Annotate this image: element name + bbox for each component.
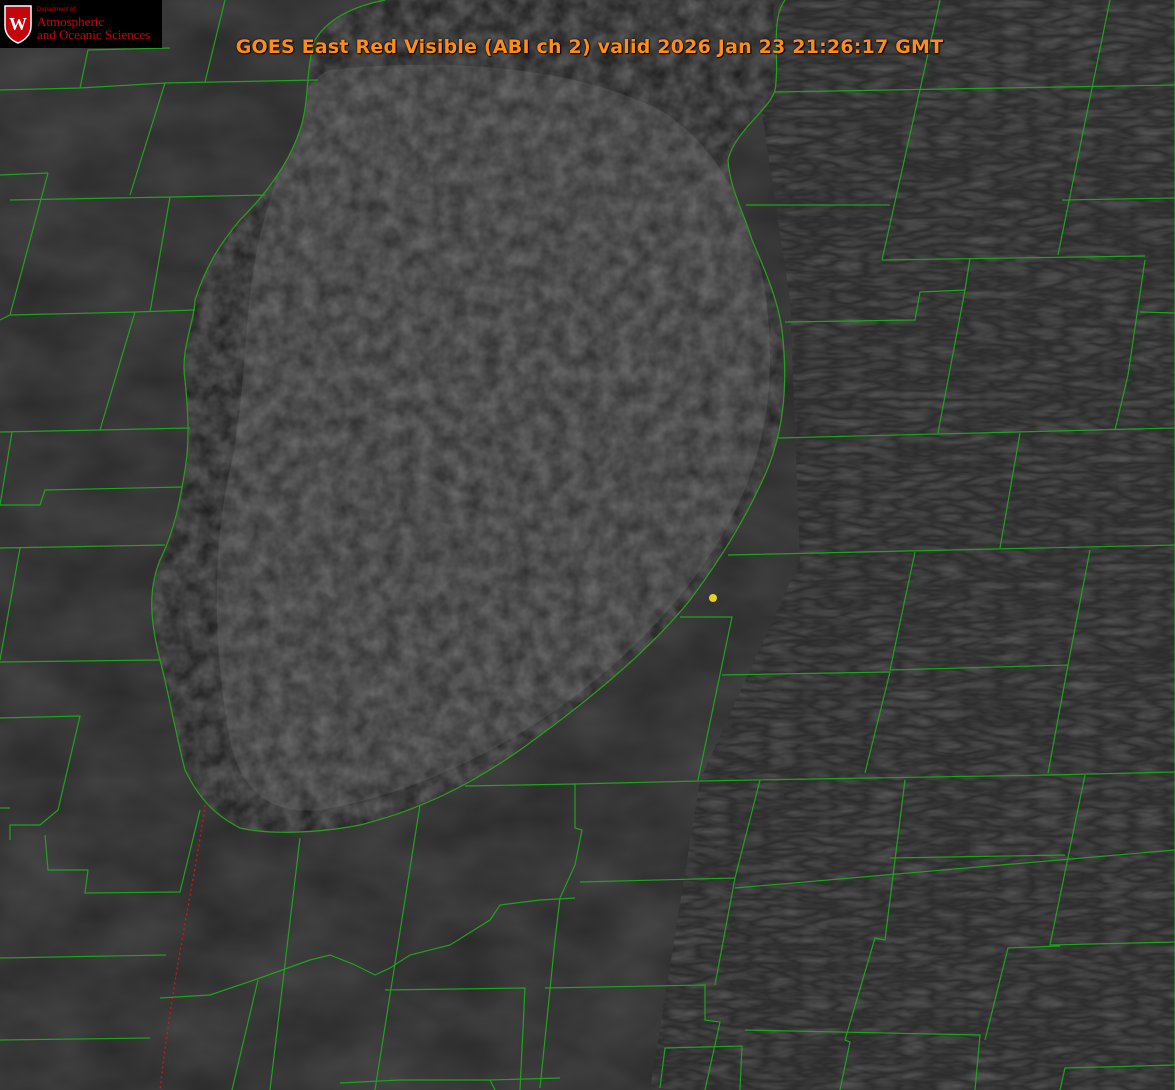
satellite-image-viewer: W Department of Atmospheric and Oceanic … <box>0 0 1175 1090</box>
satellite-map <box>0 0 1175 1090</box>
svg-text:W: W <box>9 14 27 34</box>
image-title: GOES East Red Visible (ABI ch 2) valid 2… <box>235 36 944 58</box>
location-dot-icon[interactable] <box>709 594 717 602</box>
logo-department-text: Department of <box>37 7 76 13</box>
